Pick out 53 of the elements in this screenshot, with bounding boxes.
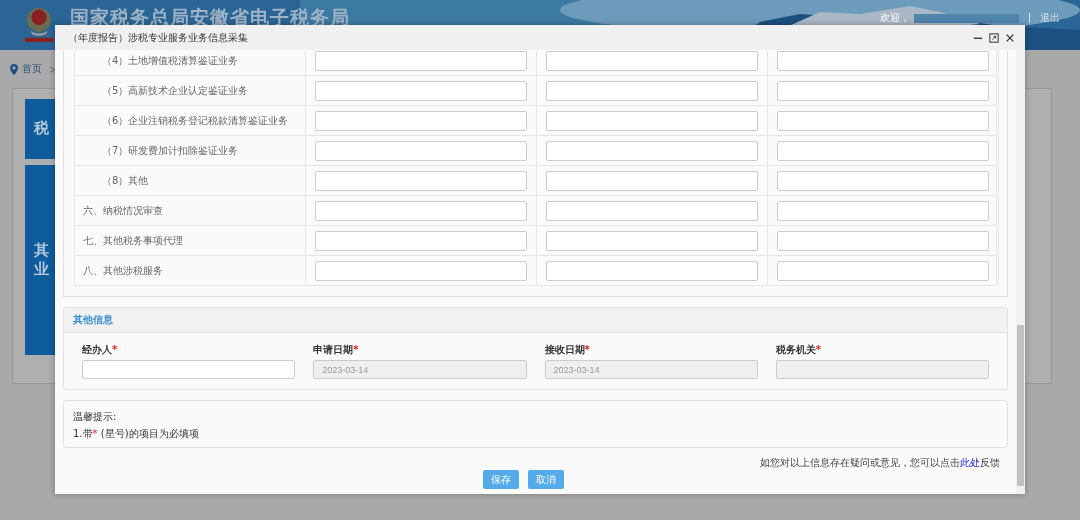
- input-field[interactable]: [82, 360, 296, 379]
- row-label: 七、其他税务事项代理: [75, 226, 306, 255]
- row-label: （7）研发费加计扣除鉴证业务: [75, 136, 306, 165]
- input-field[interactable]: [315, 80, 527, 101]
- input-field[interactable]: [546, 200, 758, 221]
- input-field[interactable]: [315, 230, 527, 251]
- emblem-logo: [22, 5, 56, 45]
- row-label: （4）土地增值税清算鉴证业务: [75, 50, 306, 75]
- input-field[interactable]: [546, 230, 758, 251]
- input-field[interactable]: [315, 170, 527, 191]
- input-field[interactable]: [777, 140, 989, 161]
- maximize-icon[interactable]: [989, 32, 999, 43]
- home-link[interactable]: 首页: [22, 62, 42, 76]
- input-field[interactable]: [546, 170, 758, 191]
- input-field[interactable]: [315, 200, 527, 221]
- field-label: 接收日期*: [544, 343, 590, 357]
- row-label: （5）高新技术企业认定鉴证业务: [75, 76, 306, 105]
- row-label: 八、其他涉税服务: [75, 256, 306, 285]
- input-field[interactable]: [777, 50, 989, 71]
- section-title: 其他信息: [73, 313, 113, 327]
- input-field[interactable]: [315, 140, 527, 161]
- dialog-button[interactable]: 保存: [482, 470, 519, 489]
- input-field[interactable]: [546, 110, 758, 131]
- close-icon[interactable]: [1005, 32, 1015, 43]
- row-label: （8）其他: [75, 166, 306, 195]
- input-field[interactable]: [777, 80, 989, 101]
- dialog-title: （年度报告）涉税专业服务业务信息采集: [68, 30, 248, 45]
- dialog-button[interactable]: 取消: [527, 470, 564, 489]
- input-field[interactable]: [777, 230, 989, 251]
- tip-text: 1.带* (星号)的项目为必填项: [73, 427, 199, 441]
- tips-title: 温馨提示:: [73, 410, 117, 424]
- input-field[interactable]: [777, 170, 989, 191]
- feedback-text: 如您对以上信息存在疑问或意见，您可以点击此处反馈: [760, 456, 1000, 470]
- field-label: 税务机关*: [775, 343, 821, 357]
- row-label: 六、纳税情况审查: [75, 196, 306, 225]
- input-field[interactable]: [777, 200, 989, 221]
- input-field[interactable]: [546, 80, 758, 101]
- input-field[interactable]: [315, 110, 527, 131]
- input-field[interactable]: [777, 110, 989, 131]
- input-field[interactable]: [315, 260, 527, 281]
- scrollbar[interactable]: [1016, 50, 1025, 494]
- welcome-text: 欢迎，: [880, 11, 910, 25]
- field-label: 申请日期*: [313, 343, 359, 357]
- logout-link[interactable]: 退出: [1040, 11, 1060, 25]
- field-label: 经办人*: [82, 343, 118, 357]
- location-pin-icon: [10, 63, 18, 75]
- input-field[interactable]: [546, 140, 758, 161]
- input-field[interactable]: [315, 50, 527, 71]
- input-field[interactable]: [546, 50, 758, 71]
- feedback-link[interactable]: 此处: [960, 457, 980, 468]
- row-label: （6）企业注销税务登记税款清算鉴证业务: [75, 106, 306, 135]
- input-field[interactable]: [777, 260, 989, 281]
- input-field[interactable]: [546, 260, 758, 281]
